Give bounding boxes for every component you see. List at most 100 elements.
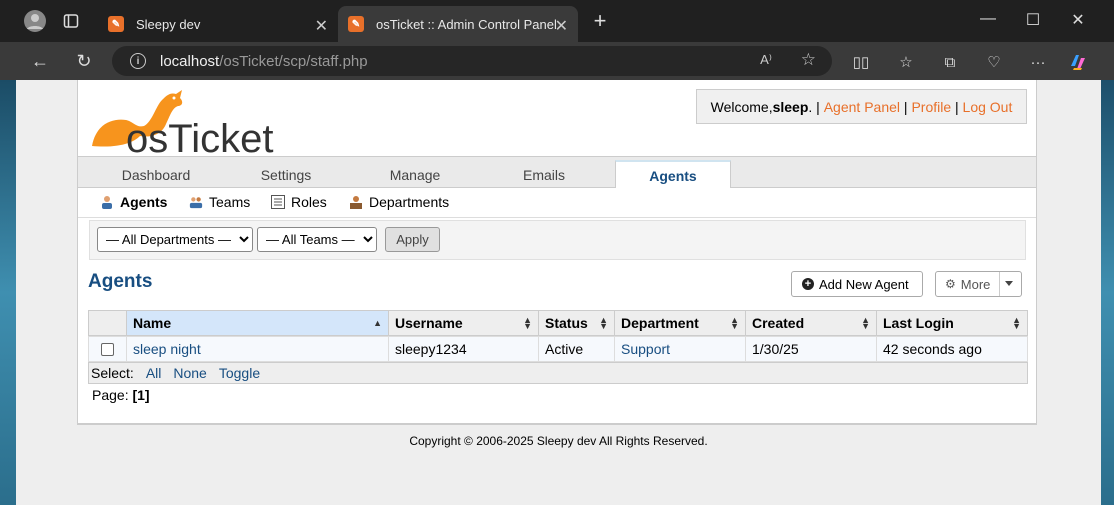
- tab-title: osTicket :: Admin Control Panel: [376, 16, 557, 32]
- page-title: Agents: [88, 271, 153, 292]
- pager-label: Page:: [92, 387, 129, 403]
- subtab-label: Roles: [291, 194, 327, 210]
- welcome-prefix: Welcome,: [710, 98, 773, 115]
- maximize-icon[interactable]: ☐: [1023, 10, 1043, 30]
- desktop-background: [0, 80, 16, 505]
- footer-copyright: Copyright © 2006-2025 Sleepy dev All Rig…: [409, 434, 708, 448]
- select-all-link[interactable]: All: [146, 365, 162, 381]
- tab-title: Sleepy dev: [136, 16, 201, 32]
- site-info-icon[interactable]: i: [130, 53, 146, 69]
- favorite-star-icon[interactable]: ☆: [801, 50, 816, 70]
- welcome-sep: . |: [808, 98, 824, 115]
- refresh-icon[interactable]: ↻: [73, 50, 95, 72]
- profile-link[interactable]: Profile: [911, 99, 951, 115]
- url-input[interactable]: i localhost/osTicket/scp/staff.php A⁾ ☆: [112, 46, 832, 76]
- agent-username: sleepy1234: [388, 336, 539, 362]
- column-header-username[interactable]: Username ▲ ▼: [388, 310, 539, 336]
- url-host: localhost: [160, 52, 220, 70]
- copilot-icon[interactable]: [1068, 52, 1088, 72]
- column-header-created[interactable]: Created ▲ ▼: [745, 310, 877, 336]
- subtab-label: Teams: [209, 194, 251, 210]
- subtab-roles[interactable]: Roles: [271, 194, 327, 210]
- welcome-sep: |: [951, 98, 963, 115]
- browser-essentials-icon[interactable]: ♡: [984, 52, 1004, 72]
- profile-avatar-icon[interactable]: [22, 8, 48, 34]
- row-checkbox-cell: [88, 336, 127, 362]
- split-screen-icon[interactable]: ▯▯: [851, 52, 871, 72]
- column-header-last-login[interactable]: Last Login ▲ ▼: [876, 310, 1028, 336]
- row-checkbox[interactable]: [101, 342, 114, 356]
- tab-actions-icon[interactable]: [58, 8, 84, 34]
- url-path: /osTicket/scp/staff.php: [219, 52, 368, 70]
- select-label: Select:: [91, 365, 134, 381]
- back-icon[interactable]: ←: [29, 50, 51, 72]
- subtab-agents[interactable]: Agents: [100, 194, 167, 210]
- select-bar: Select: All None Toggle: [88, 362, 1028, 384]
- sort-icon: ▲ ▼: [730, 315, 739, 331]
- filter-bar: — All Departments — — All Teams — Apply: [89, 220, 1026, 260]
- team-icon: [189, 195, 203, 209]
- subtab-label: Agents: [120, 194, 168, 210]
- caret-down-icon[interactable]: [1005, 281, 1013, 286]
- welcome-box: Welcome, sleep . | Agent Panel | Profile…: [696, 89, 1027, 124]
- column-label: Department: [621, 315, 699, 331]
- osticket-logo[interactable]: osTicket: [86, 82, 291, 161]
- department-filter-select[interactable]: — All Departments —: [97, 227, 253, 252]
- agent-department-link[interactable]: Support: [614, 336, 746, 362]
- subtab-label: Departments: [369, 194, 450, 210]
- team-filter-select[interactable]: — All Teams —: [257, 227, 377, 252]
- tab-emails[interactable]: Emails: [486, 162, 602, 188]
- tab-agents[interactable]: Agents: [615, 160, 731, 189]
- tab-settings[interactable]: Settings: [228, 162, 344, 188]
- column-label: Created: [752, 315, 805, 331]
- tab-manage[interactable]: Manage: [357, 162, 473, 188]
- column-label: Last Login: [883, 315, 954, 331]
- apply-button[interactable]: Apply: [385, 227, 440, 252]
- username: sleep: [772, 98, 809, 115]
- browser-tab-sleepy-dev[interactable]: ✎ Sleepy dev ✕: [98, 6, 338, 42]
- column-header-name[interactable]: Name ▲: [126, 310, 389, 336]
- column-header-status[interactable]: Status ▲ ▼: [538, 310, 615, 336]
- collections-icon[interactable]: ⧉: [940, 52, 960, 72]
- agent-name-link[interactable]: sleep night: [126, 336, 389, 362]
- checkbox-column-header: [88, 310, 127, 336]
- column-label: Name: [133, 315, 172, 331]
- close-tab-icon[interactable]: ✕: [315, 16, 328, 36]
- subtab-departments[interactable]: Departments: [349, 194, 449, 210]
- favorites-icon[interactable]: ☆: [896, 52, 916, 72]
- subtab-teams[interactable]: Teams: [189, 194, 250, 210]
- sort-asc-icon: ▲: [373, 318, 382, 328]
- column-header-department[interactable]: Department ▲ ▼: [614, 310, 746, 336]
- agent-panel-link[interactable]: Agent Panel: [824, 99, 900, 115]
- select-toggle-link[interactable]: Toggle: [219, 365, 260, 381]
- minimize-icon[interactable]: —: [978, 10, 998, 28]
- more-button-label: More: [960, 276, 991, 292]
- osticket-favicon-icon: ✎: [348, 16, 364, 32]
- plus-circle-icon: +: [802, 278, 814, 290]
- new-tab-icon[interactable]: +: [587, 8, 613, 34]
- department-icon: [349, 195, 363, 209]
- more-button[interactable]: ⚙ More: [935, 271, 1022, 297]
- sort-icon: ▲ ▼: [523, 315, 532, 331]
- button-divider: [999, 272, 1000, 296]
- close-window-icon[interactable]: ✕: [1068, 10, 1088, 30]
- tab-dashboard[interactable]: Dashboard: [98, 162, 214, 188]
- welcome-sep: |: [900, 98, 912, 115]
- browser-address-bar: ← ↻ i localhost/osTicket/scp/staff.php A…: [0, 42, 1114, 80]
- pagination: Page: [1]: [92, 387, 150, 403]
- osticket-favicon-icon: ✎: [108, 16, 124, 32]
- add-new-agent-button[interactable]: + Add New Agent: [791, 271, 923, 297]
- sort-icon: ▲ ▼: [861, 315, 870, 331]
- close-tab-icon[interactable]: ✕: [555, 16, 568, 36]
- roles-list-icon: [271, 195, 285, 209]
- sort-icon: ▲ ▼: [1012, 315, 1021, 331]
- agent-icon: [100, 195, 114, 209]
- read-aloud-icon[interactable]: A⁾: [760, 52, 772, 68]
- osticket-container: osTicket Welcome, sleep . | Agent Panel …: [77, 80, 1037, 425]
- select-none-link[interactable]: None: [173, 365, 206, 381]
- sort-icon: ▲ ▼: [599, 315, 608, 331]
- agent-status: Active: [538, 336, 615, 362]
- settings-more-icon[interactable]: ···: [1028, 52, 1048, 72]
- browser-tab-admin-panel[interactable]: ✎ osTicket :: Admin Control Panel ✕: [338, 6, 578, 42]
- logout-link[interactable]: Log Out: [963, 99, 1013, 115]
